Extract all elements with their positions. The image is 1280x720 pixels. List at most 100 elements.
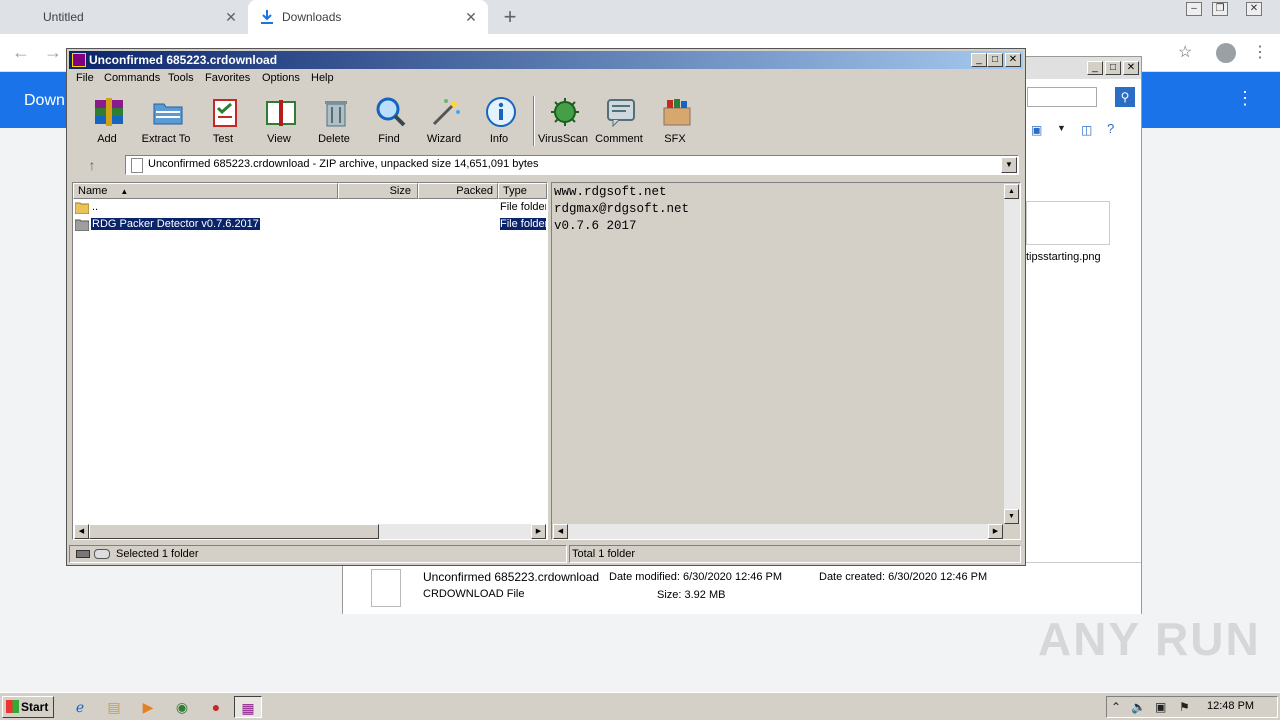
ie-icon[interactable]: ℯ — [66, 696, 94, 718]
status-right-panel: Total 1 folder — [569, 545, 1021, 563]
info-button[interactable]: Info — [471, 90, 527, 150]
wizard-button[interactable]: Wizard — [416, 90, 472, 150]
start-button[interactable]: Start — [2, 696, 54, 718]
maximize-icon[interactable]: □ — [1105, 61, 1121, 75]
comment-button[interactable]: Comment — [591, 90, 647, 150]
back-arrow-icon[interactable]: ← — [12, 42, 30, 63]
minimize-icon[interactable]: _ — [971, 53, 987, 67]
chevron-down-icon[interactable]: ▼ — [1057, 123, 1066, 133]
menu-commands[interactable]: Commands — [104, 72, 160, 84]
menu-options[interactable]: Options — [262, 72, 300, 84]
bookmark-star-icon[interactable]: ☆ — [1178, 42, 1192, 62]
test-button[interactable]: Test — [195, 90, 251, 150]
key-icon — [94, 549, 110, 559]
menu-bar: File Commands Tools Favorites Options He… — [69, 69, 1023, 87]
media-player-icon[interactable]: ▶ — [134, 696, 162, 718]
profile-avatar-icon[interactable] — [1216, 43, 1236, 63]
up-arrow-icon[interactable]: ↑ — [77, 155, 107, 175]
clock[interactable]: 12:48 PM — [1207, 700, 1254, 712]
virusscan-button[interactable]: VirusScan — [535, 90, 591, 150]
column-header-name[interactable]: Name ▲ — [73, 183, 338, 199]
table-row[interactable]: .. File folder — [73, 200, 547, 217]
menu-file[interactable]: File — [76, 72, 94, 84]
scroll-down-icon[interactable]: ▼ — [1004, 509, 1019, 524]
scroll-left-icon[interactable]: ◀ — [74, 524, 89, 539]
action-center-flag-icon[interactable]: ⚑ — [1179, 700, 1190, 714]
system-tray: ⌃ 🔈 ▣ ⚑ 12:48 PM — [1106, 696, 1278, 718]
close-icon[interactable]: ✕ — [222, 8, 240, 26]
more-menu-icon[interactable]: ⋮ — [1252, 42, 1268, 62]
network-icon[interactable]: ▣ — [1155, 700, 1166, 714]
find-label: Find — [378, 133, 400, 145]
preview-pane-icon[interactable]: ◫ — [1081, 123, 1092, 137]
explorer-folder-icon[interactable]: ▤ — [100, 696, 128, 718]
close-icon[interactable]: ✕ — [462, 8, 480, 26]
virus-icon — [551, 98, 579, 126]
comment-icon — [607, 99, 635, 128]
address-text: Unconfirmed 685223.crdownload - ZIP arch… — [148, 158, 539, 170]
column-header-type[interactable]: Type — [498, 183, 547, 199]
table-row[interactable]: RDG Packer Detector v0.7.6.2017 File fol… — [73, 217, 547, 234]
delete-button[interactable]: Delete — [306, 90, 362, 150]
address-field[interactable]: Unconfirmed 685223.crdownload - ZIP arch… — [125, 155, 1019, 175]
horizontal-scrollbar[interactable]: ◀ ▶ — [553, 524, 1003, 539]
toolbar: Add Extract To Test View Delete Find Wiz… — [75, 90, 1021, 150]
tray-expand-icon[interactable]: ⌃ — [1111, 700, 1121, 714]
tab-untitled[interactable]: Untitled ✕ — [0, 0, 246, 34]
minimize-icon[interactable]: – — [1186, 2, 1202, 16]
menu-favorites[interactable]: Favorites — [205, 72, 250, 84]
scroll-up-icon[interactable]: ▲ — [1004, 184, 1019, 199]
column-header-packed[interactable]: Packed — [418, 183, 498, 199]
extract-to-button[interactable]: Extract To — [138, 90, 194, 150]
minimize-icon[interactable]: _ — [1087, 61, 1103, 75]
file-list: Name ▲ Size Packed Type .. File folder R… — [72, 182, 548, 540]
forward-arrow-icon[interactable]: → — [44, 42, 62, 63]
close-icon[interactable]: ✕ — [1005, 53, 1021, 67]
row-name: .. — [92, 201, 99, 213]
view-icon[interactable]: ▣ — [1031, 123, 1042, 137]
maximize-icon[interactable]: □ — [987, 53, 1003, 67]
scroll-left-icon[interactable]: ◀ — [553, 524, 568, 539]
horizontal-scrollbar[interactable]: ◀ ▶ — [74, 524, 546, 539]
new-tab-button[interactable]: + — [498, 4, 522, 30]
sfx-button[interactable]: SFX — [647, 90, 703, 150]
folder-icon — [75, 219, 89, 231]
test-label: Test — [212, 133, 234, 145]
info-label: Info — [489, 133, 509, 145]
details-date-created: Date created: 6/30/2020 12:46 PM — [819, 571, 988, 583]
wizard-label: Wizard — [426, 133, 462, 145]
close-icon[interactable]: ✕ — [1123, 61, 1139, 75]
column-header-size[interactable]: Size — [338, 183, 418, 199]
winrar-titlebar[interactable]: Unconfirmed 685223.crdownload _ □ ✕ — [69, 51, 1023, 69]
extract-to-label: Extract To — [141, 133, 191, 145]
volume-icon[interactable]: 🔈 — [1131, 700, 1146, 714]
find-button[interactable]: Find — [361, 90, 417, 150]
chevron-down-icon[interactable]: ▼ — [1001, 157, 1017, 173]
restore-icon[interactable]: ❐ — [1212, 2, 1228, 16]
file-icon — [371, 569, 401, 607]
menu-help[interactable]: Help — [311, 72, 334, 84]
add-button[interactable]: Add — [79, 90, 135, 150]
search-input[interactable] — [1027, 87, 1097, 107]
file-thumbnail[interactable] — [1026, 201, 1110, 245]
scroll-right-icon[interactable]: ▶ — [988, 524, 1003, 539]
folder-icon — [75, 202, 89, 214]
winrar-task-icon[interactable]: ▦ — [234, 696, 262, 718]
opera-icon[interactable]: ● — [202, 696, 230, 718]
close-window-icon[interactable]: ✕ — [1246, 2, 1262, 16]
help-icon[interactable]: ? — [1107, 121, 1114, 136]
status-right-text: Total 1 folder — [572, 548, 635, 560]
magnifier-icon — [376, 97, 406, 127]
view-book-icon — [266, 100, 296, 126]
sort-asc-icon: ▲ — [120, 187, 129, 196]
menu-tools[interactable]: Tools — [168, 72, 194, 84]
scroll-right-icon[interactable]: ▶ — [531, 524, 546, 539]
search-icon[interactable]: ⚲ — [1115, 87, 1135, 107]
comment-line: www.rdgsoft.net — [554, 185, 667, 199]
view-button[interactable]: View — [251, 90, 307, 150]
chrome-icon[interactable]: ◉ — [168, 696, 196, 718]
tab-downloads[interactable]: Downloads ✕ — [248, 0, 488, 34]
scrollbar-thumb[interactable] — [89, 524, 379, 539]
vertical-scrollbar[interactable]: ▲ ▼ — [1004, 184, 1020, 524]
more-menu-icon[interactable]: ⋮ — [1236, 88, 1254, 109]
